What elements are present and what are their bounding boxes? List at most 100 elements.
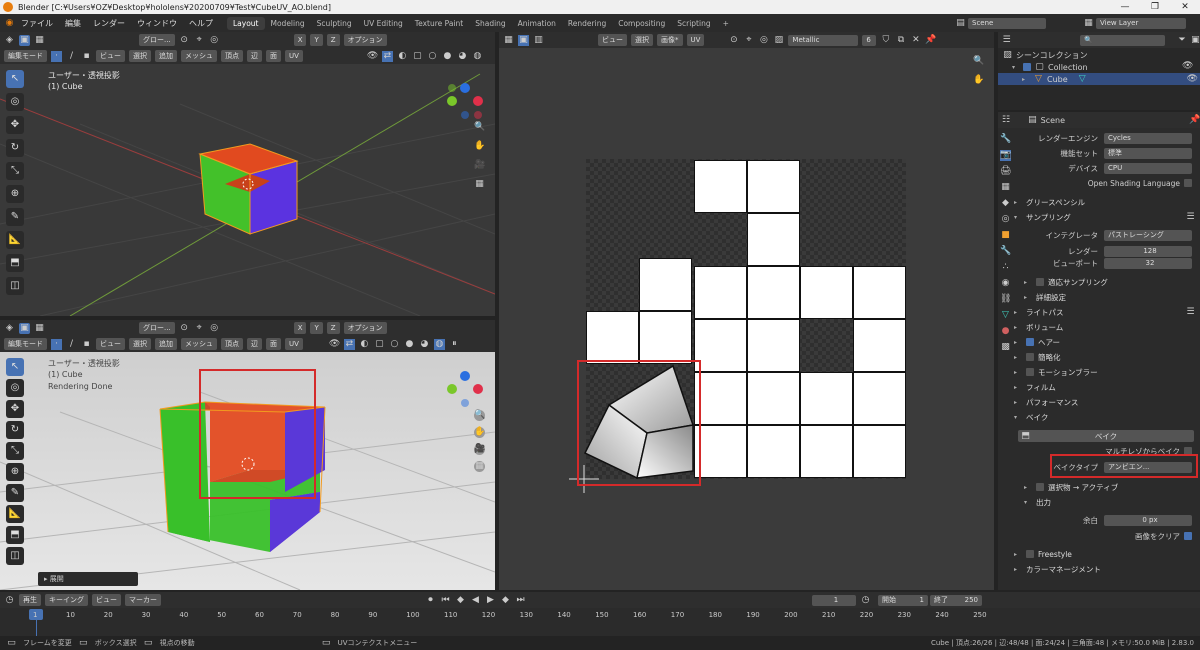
zoom-icon-2[interactable]: 🔍 (474, 410, 485, 421)
panel-hair[interactable]: ▸ ヘアー (1014, 335, 1196, 349)
uv-face[interactable] (639, 258, 692, 311)
unlink-image-icon[interactable]: ✕ (910, 35, 921, 46)
snap-icon[interactable]: ⌖ (194, 35, 205, 46)
panel-film[interactable]: ▸ フィルム (1014, 380, 1196, 394)
uv-face[interactable] (853, 319, 906, 372)
z-mirror-button[interactable]: Z (326, 34, 340, 46)
uv-menu-uv[interactable]: UV (686, 34, 705, 46)
collection-checkbox[interactable] (1023, 63, 1031, 71)
y-mirror-button[interactable]: Y (310, 34, 323, 46)
editor-type-icon-2[interactable]: ◈ (4, 323, 15, 334)
uv-editor-canvas[interactable]: 🔍 ✋ (499, 48, 994, 590)
next-key-icon[interactable]: ◆ (500, 595, 511, 606)
rotate-tool-icon-2[interactable]: ↻ (6, 421, 24, 439)
grid-view-icon-2[interactable]: ▦ (474, 461, 485, 472)
cursor-tool-icon[interactable]: ◎ (6, 93, 24, 111)
tab-scripting[interactable]: Scripting (671, 17, 716, 30)
panel-grease-pencil[interactable]: ▸ グリースペンシル (1014, 195, 1196, 209)
move-tool-icon[interactable]: ✥ (6, 116, 24, 134)
menu-edit[interactable]: 編集 (59, 18, 87, 29)
edge-select-icon[interactable]: / (66, 51, 77, 62)
gizmo-icon[interactable]: ⇄ (381, 50, 393, 62)
wireframe-shading-icon[interactable]: ○ (427, 51, 438, 62)
outliner-search-input[interactable]: 🔍 (1080, 34, 1166, 46)
render-tab-icon[interactable]: 📷 (1000, 150, 1011, 161)
panel-motion-blur[interactable]: ▸ モーションブラー (1014, 365, 1196, 379)
pan-hand-icon-2[interactable]: ✋ (474, 427, 485, 438)
y-mirror-button-2[interactable]: Y (310, 322, 323, 334)
render-shading-icon[interactable]: ◍ (472, 51, 483, 62)
tab-modeling[interactable]: Modeling (265, 17, 311, 30)
stopwatch-icon[interactable]: ◷ (860, 595, 871, 606)
material-shading-icon-2[interactable]: ◕ (419, 339, 430, 350)
texture-tab-icon[interactable]: ▩ (1000, 342, 1011, 353)
menu-select-2[interactable]: 選択 (129, 338, 151, 350)
uv-menu-view[interactable]: ビュー (598, 34, 627, 46)
motion-blur-checkbox[interactable] (1026, 368, 1034, 376)
timeline-area[interactable]: 1 10 20 30 40 50 60 70 80 90 100 110 120 130 140 150 160… (0, 608, 1200, 636)
last-operator-panel[interactable]: ▸ 展開 (38, 572, 138, 586)
collection-eye-icon[interactable]: 👁 (1182, 61, 1193, 72)
mode-dropdown-2[interactable]: 編集モード (4, 338, 47, 350)
uv-pan-hand-icon[interactable]: ✋ (973, 75, 984, 86)
data-tab-icon[interactable]: ▽ (1000, 310, 1011, 321)
material-tab-icon[interactable]: ● (1000, 326, 1011, 337)
keying-menu[interactable]: キーイング (45, 594, 88, 606)
panel-sampling[interactable]: ▾ サンプリング ☰ (1014, 210, 1196, 224)
visibility-icon[interactable]: 👁 (367, 51, 378, 62)
proportional-icon-2[interactable]: ◎ (209, 323, 220, 334)
uv-face[interactable] (853, 266, 906, 319)
menu-face-2[interactable]: 面 (266, 338, 281, 350)
panel-simplify[interactable]: ▸ 簡略化 (1014, 350, 1196, 364)
solid-shading-icon[interactable]: ● (442, 51, 453, 62)
extrude-tool-icon[interactable]: ⬒ (6, 254, 24, 272)
cursor-tool-icon-2[interactable]: ◎ (6, 379, 24, 397)
transform-orientation-2[interactable]: グロー... (139, 322, 175, 334)
uv-face[interactable] (747, 160, 800, 213)
pin-props-icon[interactable]: 📌 (1189, 115, 1200, 126)
feature-set-dropdown[interactable]: 標準 (1104, 147, 1192, 159)
current-frame-field[interactable]: 1 (812, 594, 856, 606)
select-mode-icon[interactable]: ▦ (34, 35, 45, 46)
constraints-tab-icon[interactable]: ⛓ (1000, 294, 1011, 305)
uv-pivot-icon[interactable]: ⊙ (728, 35, 739, 46)
uv-face[interactable] (694, 266, 747, 319)
inset-tool-icon-2[interactable]: ◫ (6, 547, 24, 565)
menu-view[interactable]: ビュー (96, 50, 125, 62)
uv-zoom-icon[interactable]: 🔍 (973, 56, 984, 67)
solid-shading-icon-2[interactable]: ● (404, 339, 415, 350)
select-tool-icon-2[interactable]: ↖ (6, 358, 24, 376)
presets-icon[interactable]: ☰ (1185, 212, 1196, 223)
annotate-tool-icon[interactable]: ✎ (6, 208, 24, 226)
uv-face[interactable] (853, 372, 906, 425)
new-collection-icon[interactable]: ▣ (1191, 35, 1200, 46)
viewport-samples-field[interactable]: 32 (1104, 257, 1192, 269)
tab-rendering[interactable]: Rendering (562, 17, 612, 30)
modifier-tab-icon[interactable]: 🔧 (1000, 246, 1011, 257)
device-dropdown[interactable]: CPU (1104, 162, 1192, 174)
overlay-icon-2[interactable]: ◐ (359, 339, 370, 350)
menu-select[interactable]: 選択 (129, 50, 151, 62)
simplify-checkbox[interactable] (1026, 353, 1034, 361)
presets-icon[interactable]: ☰ (1185, 307, 1196, 318)
timeline-view-menu[interactable]: ビュー (92, 594, 121, 606)
prev-key-icon[interactable]: ◆ (455, 595, 466, 606)
menu-help[interactable]: ヘルプ (183, 18, 219, 29)
pan-hand-icon[interactable]: ✋ (474, 141, 485, 152)
menu-add-2[interactable]: 追加 (155, 338, 177, 350)
transform-orientation[interactable]: グロー... (139, 34, 175, 46)
menu-face[interactable]: 面 (266, 50, 281, 62)
measure-tool-icon-2[interactable]: 📐 (6, 505, 24, 523)
uv-face[interactable] (800, 266, 853, 319)
play-reverse-icon[interactable]: ◀ (470, 595, 481, 606)
camera-icon-2[interactable]: 🎥 (474, 444, 485, 455)
uv-face[interactable] (747, 266, 800, 319)
menu-mesh-2[interactable]: メッシュ (181, 338, 217, 350)
menu-edge-2[interactable]: 辺 (247, 338, 262, 350)
gizmo-icon-2[interactable]: ⇄ (343, 338, 355, 350)
uv-face[interactable] (694, 160, 747, 213)
uv-menu-select[interactable]: 選択 (631, 34, 653, 46)
render-shading-icon-2[interactable]: ◍ (433, 338, 445, 350)
tab-compositing[interactable]: Compositing (612, 17, 671, 30)
pivot-icon-2[interactable]: ⊙ (179, 323, 190, 334)
